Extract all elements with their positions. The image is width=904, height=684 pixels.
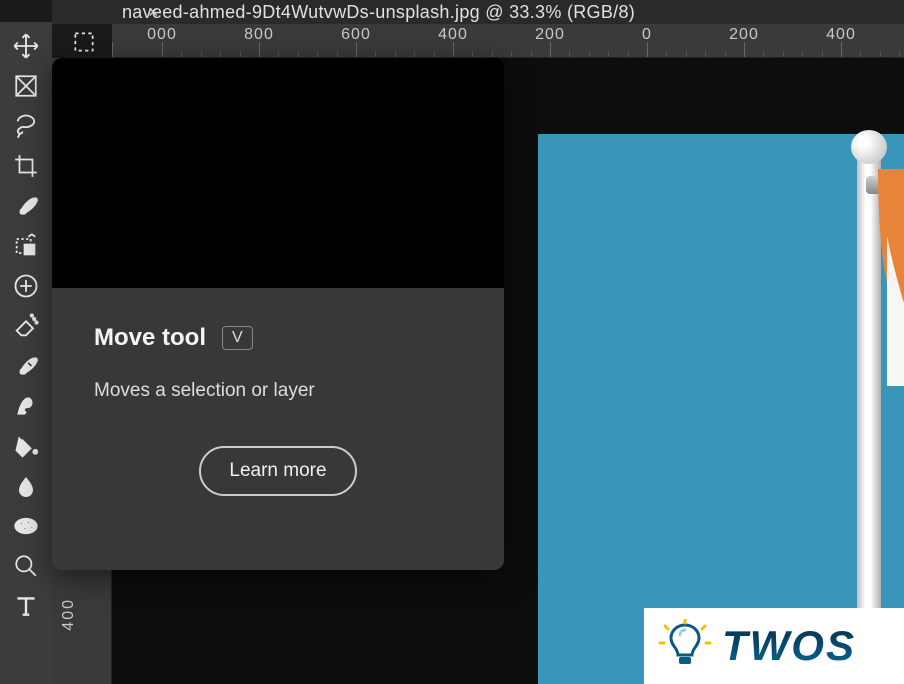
eraser-tool[interactable] [4,306,48,346]
ruler-tick-label: 400 [438,26,468,44]
ruler-horizontal: 0008006004002000200400600800100012001400 [112,24,904,58]
flagpole-finial [851,130,887,164]
tab-close-icon[interactable]: × [148,2,159,23]
tool-help-body: Move tool V Moves a selection or layer L… [52,288,504,570]
ruler-tick-label: 000 [147,26,177,44]
flag-white-panel [887,236,904,386]
ruler-tick: 200 [550,24,647,57]
ruler-tick-label: 600 [341,26,371,44]
learn-more-button[interactable]: Learn more [199,446,356,496]
zoom-tool[interactable] [4,546,48,586]
document-image [538,134,904,684]
frame-tool[interactable] [4,66,48,106]
ruler-tick-label: 200 [729,26,759,44]
smudge-tool[interactable] [4,386,48,426]
crop-tool[interactable] [4,146,48,186]
type-tool[interactable] [4,586,48,626]
twos-watermark: TWOS [644,608,904,684]
tool-help-preview [52,58,504,288]
lightbulb-icon [658,619,712,673]
brush-tool[interactable] [4,186,48,226]
tool-palette [0,22,52,684]
sponge-tool[interactable] [4,506,48,546]
move-tool[interactable] [4,26,48,66]
spot-healing-brush-tool[interactable] [4,266,48,306]
document-tab-title[interactable]: naveed-ahmed-9Dt4WutvwDs-unsplash.jpg @ … [122,2,635,23]
tool-help-popover: Move tool V Moves a selection or layer L… [52,58,504,570]
artboard-tool[interactable] [58,22,110,62]
ruler-tick-label: 400 [826,26,856,44]
clone-stamp-tool[interactable] [4,226,48,266]
blur-tool[interactable] [4,466,48,506]
lasso-tool[interactable] [4,106,48,146]
tool-help-title: Move tool [94,324,206,352]
tool-help-shortcut: V [222,326,253,350]
ruler-tick: 400 [841,24,904,57]
twos-logo-text: TWOS [722,622,856,670]
paint-bucket-tool[interactable] [4,426,48,466]
ruler-tick-label: 800 [244,26,274,44]
ruler-tick-label: 0 [642,26,652,44]
ruler-v-label: 400 [60,598,78,631]
ruler-tick-label: 200 [535,26,565,44]
document-tab-bar: × naveed-ahmed-9Dt4WutvwDs-unsplash.jpg … [52,0,904,24]
history-brush-tool[interactable] [4,346,48,386]
tool-help-description: Moves a selection or layer [94,380,462,402]
